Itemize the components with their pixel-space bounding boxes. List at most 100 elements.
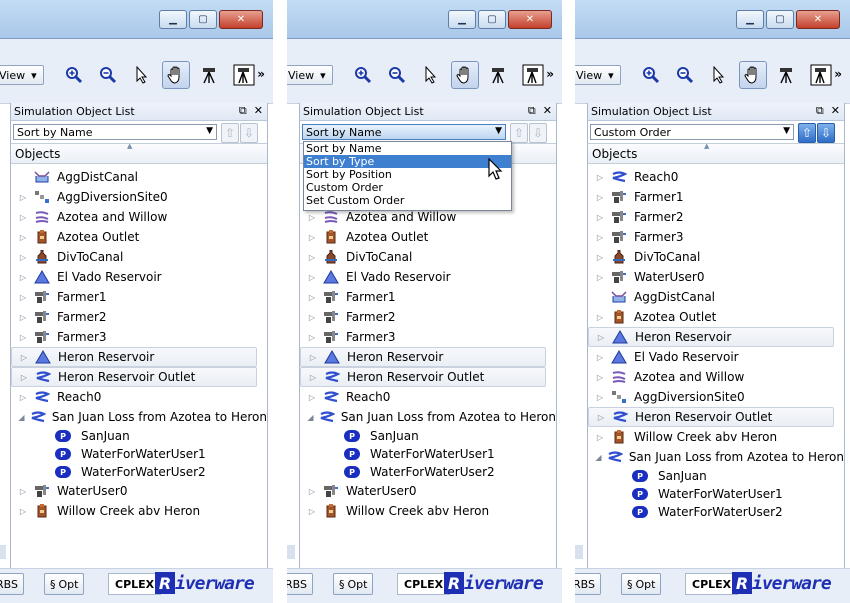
object-row[interactable]: ▷ Willow Creek abv Heron — [588, 427, 844, 447]
expand-arrow-icon[interactable]: ▷ — [306, 393, 318, 402]
object-row[interactable]: ▷ Azotea Outlet — [300, 227, 556, 247]
window-minimize-button[interactable]: ▁ — [448, 10, 476, 29]
expand-arrow-icon[interactable]: ▷ — [594, 193, 606, 202]
object-row[interactable]: ▷ Azotea and Willow — [11, 207, 267, 227]
expand-arrow-icon[interactable]: ▷ — [17, 333, 29, 342]
framed-tripod-icon[interactable] — [230, 61, 258, 89]
object-row[interactable]: ▷ Azotea Outlet — [588, 307, 844, 327]
dropdown-option-sort-by-name[interactable]: Sort by Name — [304, 142, 511, 155]
expand-arrow-icon[interactable]: ▷ — [594, 313, 606, 322]
zoom-in-icon[interactable] — [60, 61, 88, 89]
dock-close-icon[interactable]: ✕ — [831, 104, 840, 118]
expand-arrow-icon[interactable]: ▷ — [306, 487, 318, 496]
pan-hand-icon[interactable] — [162, 61, 190, 89]
window-close-button[interactable]: ✕ — [796, 10, 840, 29]
expand-arrow-icon[interactable]: ▷ — [17, 313, 29, 322]
expand-arrow-icon[interactable]: ▷ — [594, 393, 606, 402]
object-row[interactable]: ▷ Heron Reservoir — [588, 327, 834, 347]
zoom-out-icon[interactable] — [383, 61, 411, 89]
move-up-button[interactable]: ⇧ — [798, 123, 816, 143]
object-row[interactable]: ▷ Farmer1 — [588, 187, 844, 207]
expand-arrow-icon[interactable]: ▷ — [595, 413, 607, 422]
object-row[interactable]: ▷ El Vado Reservoir — [300, 267, 556, 287]
expand-arrow-icon[interactable]: ▷ — [306, 213, 318, 222]
measure-tripod-icon[interactable] — [196, 61, 224, 89]
window-minimize-button[interactable]: ▁ — [159, 10, 187, 29]
expand-arrow-icon[interactable]: ▷ — [17, 233, 29, 242]
expand-arrow-icon[interactable]: ▷ — [306, 313, 318, 322]
framed-tripod-icon[interactable] — [807, 61, 835, 89]
dropdown-option-sort-by-position[interactable]: Sort by Position — [304, 168, 511, 181]
expand-arrow-icon[interactable]: ▷ — [307, 373, 319, 382]
framed-tripod-icon[interactable] — [519, 61, 547, 89]
object-row[interactable]: ▷ Farmer2 — [588, 207, 844, 227]
object-row[interactable]: ▷ Reach0 — [300, 387, 556, 407]
move-up-button[interactable]: ⇧ — [221, 123, 239, 143]
expand-arrow-icon[interactable]: ▷ — [594, 253, 606, 262]
measure-tripod-icon[interactable] — [773, 61, 801, 89]
objects-column-header[interactable]: Objects ▲ — [11, 142, 267, 164]
object-row[interactable]: ▷ Reach0 — [588, 167, 844, 187]
object-row[interactable]: ▷ Heron Reservoir — [11, 347, 257, 367]
window-close-button[interactable]: ✕ — [219, 10, 263, 29]
expand-arrow-icon[interactable]: ▷ — [17, 487, 29, 496]
expand-arrow-icon[interactable]: ▷ — [594, 213, 606, 222]
slot-row[interactable]: P WaterForWaterUser1 — [11, 445, 267, 463]
expand-arrow-icon[interactable]: ▷ — [594, 373, 606, 382]
objects-column-header[interactable]: Objects ▲ — [588, 142, 844, 164]
expanded-arrow-icon[interactable]: ◢ — [17, 413, 26, 422]
object-row[interactable]: ▷ WaterUser0 — [11, 481, 267, 501]
expand-arrow-icon[interactable]: ▷ — [17, 293, 29, 302]
dock-float-icon[interactable]: ⧉ — [239, 104, 247, 118]
expand-arrow-icon[interactable]: ▷ — [594, 353, 606, 362]
object-row[interactable]: ▷ Farmer2 — [300, 307, 556, 327]
object-row[interactable]: ▷ Farmer1 — [300, 287, 556, 307]
slot-row[interactable]: P SanJuan — [300, 427, 556, 445]
object-row[interactable]: ▷ Farmer3 — [300, 327, 556, 347]
view-menu-button[interactable]: View ▾ — [575, 65, 621, 85]
pan-hand-icon[interactable] — [739, 61, 767, 89]
object-row[interactable]: ▷ Farmer3 — [588, 227, 844, 247]
object-row[interactable]: ▷ Farmer2 — [11, 307, 267, 327]
object-row[interactable]: ◢ San Juan Loss from Azotea to Heron — [588, 447, 844, 467]
rbs-button[interactable]: RBS — [0, 573, 24, 595]
object-row[interactable]: ▷ Azotea Outlet — [11, 227, 267, 247]
zoom-in-icon[interactable] — [637, 61, 665, 89]
dropdown-option-sort-by-type[interactable]: Sort by Type — [304, 155, 511, 168]
object-row[interactable]: ▷ Heron Reservoir Outlet — [300, 367, 546, 387]
measure-tripod-icon[interactable] — [485, 61, 513, 89]
opt-button[interactable]: § Opt — [621, 573, 662, 595]
dock-float-icon[interactable]: ⧉ — [528, 104, 536, 118]
expand-arrow-icon[interactable]: ▷ — [306, 293, 318, 302]
expanded-arrow-icon[interactable]: ◢ — [306, 413, 315, 422]
slot-row[interactable]: P WaterForWaterUser1 — [300, 445, 556, 463]
slot-row[interactable]: P WaterForWaterUser1 — [588, 485, 844, 503]
expanded-arrow-icon[interactable]: ◢ — [594, 453, 603, 462]
expand-arrow-icon[interactable]: ▷ — [17, 273, 29, 282]
object-row[interactable]: ▷ AggDiversionSite0 — [588, 387, 844, 407]
view-menu-button[interactable]: View ▾ — [287, 65, 333, 85]
object-row[interactable]: ◢ San Juan Loss from Azotea to Heron — [11, 407, 267, 427]
zoom-out-icon[interactable] — [671, 61, 699, 89]
object-row[interactable]: ▷ Azotea and Willow — [588, 367, 844, 387]
expand-arrow-icon[interactable]: ▷ — [18, 353, 30, 362]
move-down-button[interactable]: ⇩ — [240, 123, 258, 143]
expand-arrow-icon[interactable]: ▷ — [306, 273, 318, 282]
window-maximize-button[interactable]: ▢ — [478, 10, 506, 29]
slot-row[interactable]: P WaterForWaterUser2 — [588, 503, 844, 521]
window-close-button[interactable]: ✕ — [508, 10, 552, 29]
object-row[interactable]: ▷ DivToCanal — [588, 247, 844, 267]
object-row[interactable]: AggDistCanal — [11, 167, 267, 187]
view-menu-button[interactable]: View ▾ — [0, 65, 44, 85]
expand-arrow-icon[interactable]: ▷ — [307, 353, 319, 362]
toolbar-overflow-button[interactable]: » — [834, 67, 842, 81]
expand-arrow-icon[interactable]: ▷ — [17, 393, 29, 402]
pointer-tool-icon[interactable] — [417, 61, 445, 89]
opt-button[interactable]: § Opt — [44, 573, 85, 595]
object-row[interactable]: ▷ Heron Reservoir Outlet — [588, 407, 834, 427]
expand-arrow-icon[interactable]: ▷ — [595, 333, 607, 342]
window-maximize-button[interactable]: ▢ — [189, 10, 217, 29]
opt-button[interactable]: § Opt — [333, 573, 374, 595]
window-maximize-button[interactable]: ▢ — [766, 10, 794, 29]
object-row[interactable]: ▷ AggDiversionSite0 — [11, 187, 267, 207]
